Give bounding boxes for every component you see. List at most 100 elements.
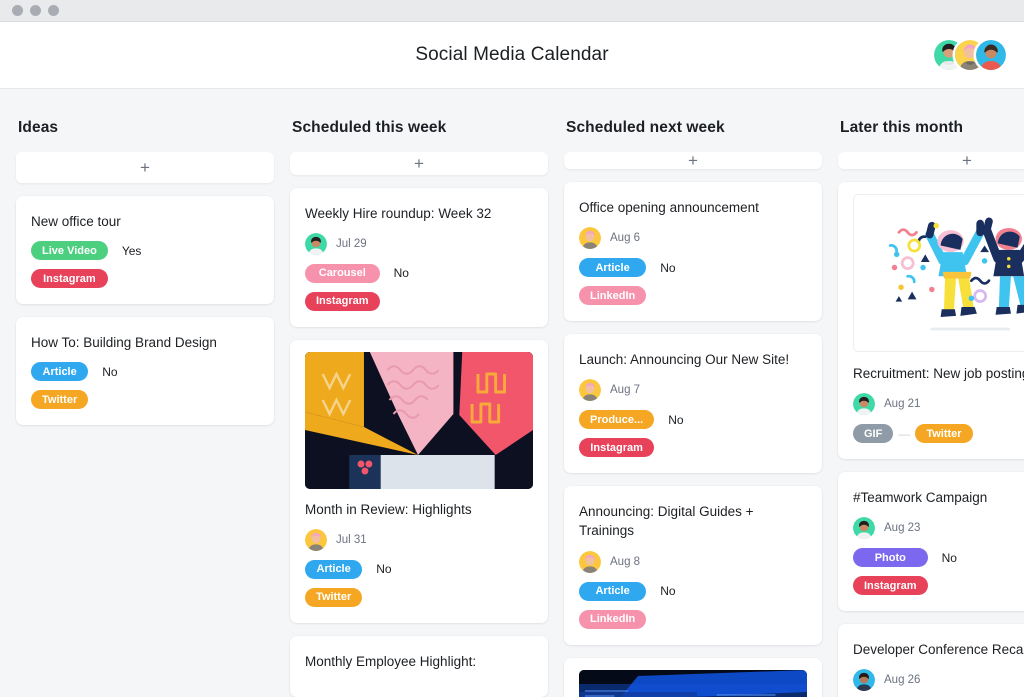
close-button[interactable] (12, 5, 23, 16)
card-date: Aug 6 (610, 232, 641, 245)
card-tags: Article No LinkedIn (579, 258, 807, 306)
column-title: Scheduled this week (292, 119, 447, 136)
celebration-people-artwork (853, 194, 1024, 352)
tag-instagram[interactable]: Instagram (305, 291, 380, 311)
card[interactable]: New office tour Live Video Yes Instagram (16, 196, 274, 305)
card-meta: Jul 29 (305, 232, 533, 255)
card-meta: Aug 26 (853, 669, 1024, 692)
card-date: Jul 31 (336, 533, 367, 546)
status-value: No (660, 260, 676, 275)
card[interactable]: Monthly Employee Highlight: (290, 635, 548, 697)
card[interactable]: Announcing: Digital Guides + Trainings Au… (564, 486, 822, 645)
card-date: Aug 21 (884, 398, 921, 411)
card[interactable]: Recruitment: New job postings Aug 21 GIF — T… (838, 182, 1024, 460)
plus-icon: + (414, 153, 424, 173)
tag-instagram[interactable]: Instagram (853, 576, 928, 596)
card-tags: Article No LinkedIn (579, 581, 807, 629)
card-list: Weekly Hire roundup: Week 32 Jul 29 Carous… (290, 187, 548, 697)
card-title: Office opening announcement (579, 200, 759, 215)
add-card-button[interactable]: + (838, 152, 1024, 169)
card-tags: Carousel No Instagram (305, 263, 533, 311)
maximize-button[interactable] (48, 5, 59, 16)
card-tags: GIF — Twitter (853, 424, 1024, 444)
card-title: New office tour (31, 214, 121, 229)
tag-twitter[interactable]: Twitter (31, 390, 89, 410)
add-card-button[interactable]: + (290, 152, 548, 175)
avatar-member-3[interactable] (976, 40, 1006, 70)
status-value: Yes (121, 243, 142, 258)
tag-produce-[interactable]: Produce... (579, 410, 655, 430)
tag-article[interactable]: Article (579, 581, 647, 601)
card-list: Recruitment: New job postings Aug 21 GIF — T… (838, 182, 1024, 697)
add-card-button[interactable]: + (16, 152, 274, 183)
status-value: No (668, 412, 684, 427)
card[interactable]: Launch: Announcing Our New Site! Aug 7 Pro… (564, 334, 822, 474)
app-header: Social Media Calendar (0, 22, 1024, 89)
avatar-blue (853, 669, 875, 692)
collaborator-avatars[interactable] (934, 40, 1006, 70)
card-title: Weekly Hire roundup: Week 32 (305, 205, 492, 221)
card-tags: Photo No Instagram (853, 548, 1024, 596)
tag-gif[interactable]: GIF (853, 424, 894, 444)
card-tags: Article No Twitter (31, 362, 259, 410)
card-date: Aug 23 (884, 522, 921, 535)
avatar-yellow (579, 227, 601, 250)
card-tags: Article No Twitter (305, 559, 533, 607)
column-title: Scheduled next week (566, 119, 725, 136)
avatar-yellow (305, 528, 327, 551)
board-column-scheduled-next-week: Scheduled next week + Office opening annou… (564, 119, 822, 697)
card[interactable]: How To: Building Brand Design Article No Tw… (16, 317, 274, 426)
tag-article[interactable]: Article (305, 559, 363, 579)
plus-icon: + (962, 151, 972, 170)
card[interactable] (564, 657, 822, 697)
status-value: No (393, 266, 409, 281)
card-meta: Aug 7 (579, 379, 807, 402)
tag-article[interactable]: Article (579, 258, 647, 278)
tag-twitter[interactable]: Twitter (915, 424, 973, 444)
card[interactable]: Month in Review: Highlights Jul 31 Article… (290, 339, 548, 623)
tag-twitter[interactable]: Twitter (305, 587, 363, 607)
tag-instagram[interactable]: Instagram (579, 438, 655, 458)
speech-bubbles-artwork (305, 351, 533, 489)
card-list: Office opening announcement Aug 6 Article N… (564, 182, 822, 697)
plus-icon: + (688, 151, 698, 170)
avatar-yellow (579, 379, 601, 402)
card-title: How To: Building Brand Design (31, 335, 217, 351)
card[interactable]: #Teamwork Campaign Aug 23 Photo No Instagram (838, 472, 1024, 612)
column-title: Ideas (18, 119, 59, 136)
card-date: Aug 8 (610, 555, 641, 568)
tag-linkedin[interactable]: LinkedIn (579, 286, 647, 306)
status-value: No (376, 562, 392, 577)
tag-photo[interactable]: Photo (853, 548, 928, 568)
card[interactable]: Weekly Hire roundup: Week 32 Jul 29 Carous… (290, 187, 548, 327)
avatar-yellow (579, 550, 601, 573)
status-value: No (102, 364, 118, 379)
board-column-scheduled-this-week: Scheduled this week + Weekly Hire roundup:… (290, 119, 548, 697)
card-date: Aug 7 (610, 384, 641, 397)
card-tags: Produce... No Instagram (579, 410, 807, 458)
board-column-later-this-month: Later this month + Recruitment: New job … (838, 119, 1024, 697)
add-card-button[interactable]: + (564, 152, 822, 169)
plus-icon: + (140, 158, 150, 177)
avatar-green (305, 232, 327, 255)
minimize-button[interactable] (30, 5, 41, 16)
card-meta: Jul 31 (305, 528, 533, 551)
avatar-green (853, 393, 875, 416)
tag-live-video[interactable]: Live Video (31, 241, 108, 261)
card-date: Jul 29 (336, 237, 367, 250)
card-title: Month in Review: Highlights (305, 501, 472, 517)
tag-separator: — (898, 426, 911, 441)
tag-instagram[interactable]: Instagram (31, 269, 108, 289)
tag-linkedin[interactable]: LinkedIn (579, 609, 647, 629)
status-value: No (941, 550, 957, 565)
tag-carousel[interactable]: Carousel (305, 263, 380, 283)
card[interactable]: Office opening announcement Aug 6 Article N… (564, 182, 822, 322)
card[interactable]: Developer Conference Recap Aug 26 (838, 624, 1024, 697)
card-title: Announcing: Digital Guides + Trainings (579, 504, 754, 539)
page-title: Social Media Calendar (415, 44, 609, 65)
blue-tech-artwork (579, 669, 807, 697)
tag-article[interactable]: Article (31, 362, 89, 382)
board-column-ideas: Ideas + New office tour Live Video Yes Instag… (16, 119, 274, 697)
window-titlebar (0, 0, 1024, 22)
card-list: New office tour Live Video Yes Instagram How… (16, 196, 274, 426)
